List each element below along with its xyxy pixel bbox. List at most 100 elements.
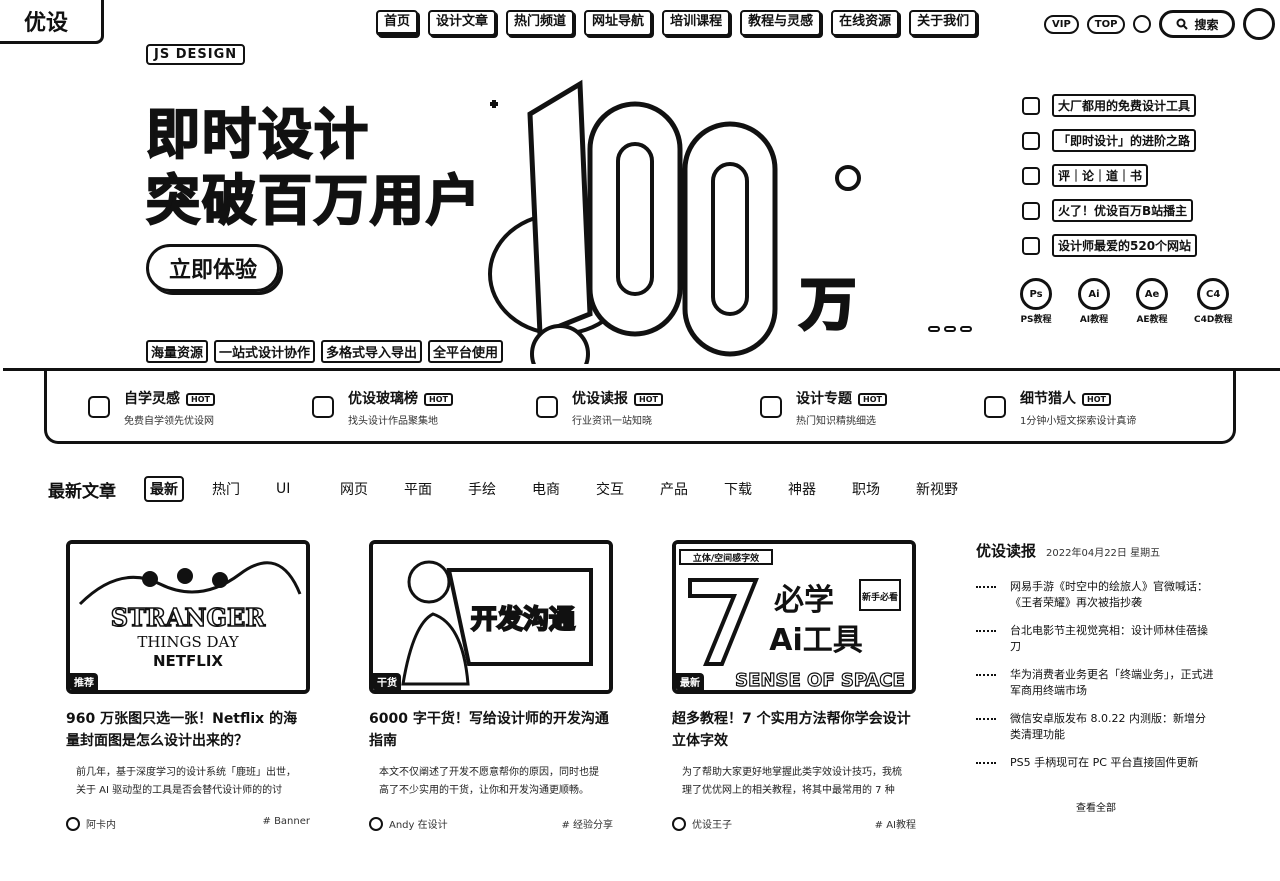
- svg-text:必学: 必学: [774, 583, 834, 618]
- svg-text:THINGS DAY: THINGS DAY: [137, 633, 239, 651]
- article-title[interactable]: 960 万张图只选一张！Netflix 的海量封面图是怎么设计出来的？: [66, 708, 310, 752]
- promo-item[interactable]: 评｜论｜道｜书: [1022, 164, 1197, 187]
- user-avatar[interactable]: [1243, 8, 1276, 40]
- tab-handdraw[interactable]: 手绘: [468, 479, 532, 499]
- tagline-item: 一站式设计协作: [214, 340, 316, 363]
- tab-hot[interactable]: 热门: [212, 479, 276, 499]
- article-title[interactable]: 超多教程！7 个实用方法帮你学会设计立体字效: [672, 708, 916, 752]
- article-author[interactable]: Andy 在设计: [369, 816, 448, 831]
- hero-banner[interactable]: JS DESIGN 即时设计 突破百万用户 立即体验 海量资源 一站式设计协作 …: [0, 44, 1280, 372]
- nav-hot-channels[interactable]: 热门频道: [506, 10, 575, 36]
- tab-career[interactable]: 职场: [852, 479, 916, 499]
- article-card[interactable]: STRANGER THINGS DAY NETFLIX 推荐 960 万张图只选…: [66, 540, 310, 831]
- nav-about[interactable]: 关于我们: [909, 10, 978, 36]
- top-button[interactable]: TOP: [1086, 14, 1126, 34]
- thumbnail-art: 立体/空间感字效 必学 Ai工具 新手必看 SENSE OF SPACE: [676, 544, 912, 690]
- site-logo[interactable]: 优设: [0, 0, 104, 44]
- hero-title-line1: 即时设计: [145, 102, 370, 167]
- article-author[interactable]: 阿卡内: [66, 816, 116, 831]
- tab-ui[interactable]: UI: [276, 481, 340, 497]
- main-nav: 首页 设计文章 热门频道 网址导航 培训课程 教程与灵感 在线资源 关于我们: [376, 10, 978, 36]
- tab-web[interactable]: 网页: [340, 479, 404, 499]
- news-item[interactable]: PS5 手柄现可在 PC 平台直接固件更新: [976, 755, 1216, 771]
- article-thumbnail[interactable]: 开发沟通 干货: [369, 540, 613, 694]
- article-card[interactable]: 立体/空间感字效 必学 Ai工具 新手必看 SENSE OF SPACE 最新 …: [672, 540, 916, 831]
- article-title[interactable]: 6000 字干货！写给设计师的开发沟通指南: [369, 708, 613, 752]
- carousel-indicator[interactable]: [928, 326, 972, 332]
- article-category[interactable]: # AI教程: [875, 816, 916, 831]
- tab-graphic[interactable]: 平面: [404, 479, 468, 499]
- book-icon: [1022, 166, 1040, 185]
- nav-resources[interactable]: 在线资源: [831, 10, 900, 36]
- c4d-icon: C4: [1197, 278, 1230, 310]
- view-all-link[interactable]: 查看全部: [976, 799, 1216, 814]
- tool-c4d[interactable]: C4 C4D教程: [1194, 278, 1232, 325]
- promo-item[interactable]: 大厂都用的免费设计工具: [1022, 94, 1197, 117]
- thumbnail-art: STRANGER THINGS DAY NETFLIX: [70, 544, 306, 690]
- news-item[interactable]: 华为消费者业务更名「终端业务」，正式进军商用终端市场: [976, 667, 1216, 699]
- article-tag: 推荐: [70, 673, 98, 690]
- tab-latest[interactable]: 最新: [144, 476, 184, 502]
- tool-ae[interactable]: Ae AE教程: [1136, 278, 1168, 325]
- star-icon: [1022, 236, 1040, 255]
- ae-icon: Ae: [1136, 278, 1168, 310]
- nav-url-directory[interactable]: 网址导航: [584, 10, 653, 36]
- feature-topics[interactable]: 设计专题 HOT 热门知识精挑细选: [760, 388, 887, 427]
- hero-illustration: 100 万: [488, 79, 861, 364]
- svg-text:新手必看: 新手必看: [862, 591, 898, 603]
- svg-text:STRANGER: STRANGER: [111, 603, 266, 632]
- svg-text:开发沟通: 开发沟通: [471, 604, 575, 635]
- tool-ai[interactable]: Ai AI教程: [1078, 278, 1110, 325]
- folder-icon: [760, 396, 782, 418]
- hero-taglines: 海量资源 一站式设计协作 多格式导入导出 全平台使用: [146, 340, 504, 363]
- tab-product[interactable]: 产品: [660, 479, 724, 499]
- article-category[interactable]: # Banner: [263, 816, 311, 831]
- chat-icon: [1022, 96, 1040, 115]
- feature-ranking[interactable]: 优设玻璃榜 HOT 找头设计作品聚集地: [312, 388, 453, 427]
- feature-bar: 自学灵感 HOT 免费自学领先优设网 优设玻璃榜 HOT 找头设计作品聚集地 优设读报 H…: [0, 368, 1280, 444]
- sidebar-date: 2022年04月22日 星期五: [1046, 548, 1161, 559]
- article-category[interactable]: # 经验分享: [561, 816, 613, 831]
- svg-text:立体/空间感字效: 立体/空间感字效: [693, 552, 760, 564]
- sidebar-title[interactable]: 优设读报: [976, 540, 1036, 561]
- try-now-button[interactable]: 立即体验: [146, 244, 280, 292]
- article-thumbnail[interactable]: STRANGER THINGS DAY NETFLIX 推荐: [66, 540, 310, 694]
- tab-ecommerce[interactable]: 电商: [532, 479, 596, 499]
- article-tag: 干货: [373, 673, 401, 690]
- tagline-item: 海量资源: [146, 340, 209, 363]
- nav-articles[interactable]: 设计文章: [428, 10, 497, 36]
- article-excerpt: 为了帮助大家更好地掌握此类字效设计技巧，我梳理了优优网上的相关教程，将其中最常用…: [682, 767, 902, 796]
- news-sidebar: 优设读报 2022年04月22日 星期五 网易手游《时空中的绘旅人》官微喊话：《…: [976, 540, 1216, 814]
- news-item[interactable]: 微信安卓版发布 8.0.22 内测版：新增分类清理功能: [976, 711, 1216, 743]
- promo-list: 大厂都用的免费设计工具 「即时设计」的进阶之路 评｜论｜道｜书 火了！优设百万B…: [1022, 94, 1198, 257]
- promo-item[interactable]: 「即时设计」的进阶之路: [1022, 129, 1197, 152]
- tab-interaction[interactable]: 交互: [596, 479, 660, 499]
- promo-item[interactable]: 设计师最爱的520个网站: [1022, 234, 1198, 257]
- feature-self-study[interactable]: 自学灵感 HOT 免费自学领先优设网: [88, 388, 215, 427]
- article-excerpt: 前几年，基于深度学习的设计系统「鹿班」出世，关于 AI 驱动型的工具是否会替代设…: [76, 767, 296, 796]
- notification-icon[interactable]: [1133, 15, 1152, 33]
- news-item[interactable]: 台北电影节主视觉亮相：设计师林佳蓓操刀: [976, 623, 1216, 655]
- nav-home[interactable]: 首页: [376, 10, 419, 36]
- article-thumbnail[interactable]: 立体/空间感字效 必学 Ai工具 新手必看 SENSE OF SPACE 最新: [672, 540, 916, 694]
- article-card[interactable]: 开发沟通 干货 6000 字干货！写给设计师的开发沟通指南 本文不仅阐述了开发不…: [369, 540, 613, 831]
- nav-tutorials[interactable]: 教程与灵感: [740, 10, 822, 36]
- author-avatar-icon: [672, 816, 686, 831]
- promo-item[interactable]: 火了！优设百万B站播主: [1022, 199, 1197, 222]
- feature-news[interactable]: 优设读报 HOT 行业资讯一站知晓: [536, 388, 663, 427]
- news-item[interactable]: 网易手游《时空中的绘旅人》官微喊话：《王者荣耀》再次被指抄袭: [976, 579, 1216, 611]
- feature-detail-hunter[interactable]: 细节猎人 HOT 1分钟小短文探索设计真谛: [984, 388, 1136, 427]
- tab-new-vision[interactable]: 新视野: [916, 479, 980, 499]
- article-excerpt: 本文不仅阐述了开发不愿意帮你的原因，同时也提高了不少实用的干货，让你和开发沟通更…: [379, 767, 599, 796]
- newspaper-icon: [536, 396, 558, 418]
- tool-ps[interactable]: Ps PS教程: [1020, 278, 1052, 325]
- search-button[interactable]: 搜索: [1159, 10, 1236, 38]
- article-author[interactable]: 优设王子: [672, 816, 732, 831]
- vip-button[interactable]: VIP: [1044, 14, 1079, 34]
- article-meta: 阿卡内 # Banner: [66, 816, 310, 831]
- search-label: 搜索: [1194, 17, 1219, 32]
- tab-tools[interactable]: 神器: [788, 479, 852, 499]
- tab-download[interactable]: 下载: [724, 479, 788, 499]
- nav-courses[interactable]: 培训课程: [662, 10, 731, 36]
- hero-title: 即时设计 突破百万用户: [145, 102, 482, 234]
